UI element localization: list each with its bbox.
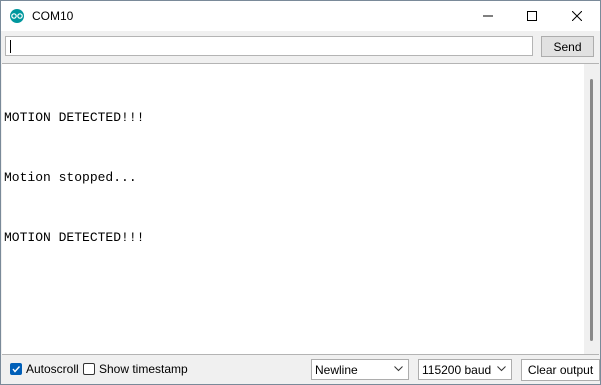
output-line: MOTION DETECTED!!! — [4, 230, 145, 245]
vertical-scrollbar[interactable] — [584, 64, 599, 354]
clear-output-button[interactable]: Clear output — [521, 359, 600, 381]
status-bar: Autoscroll Show timestamp Newline 115200… — [1, 354, 600, 384]
chevron-down-icon — [394, 366, 403, 372]
send-button[interactable]: Send — [541, 36, 594, 57]
serial-monitor-window: COM10 Send MOTION DETECTED!!! Motion sto… — [0, 0, 601, 385]
maximize-button[interactable] — [509, 1, 555, 31]
chevron-down-icon — [497, 366, 506, 372]
close-icon — [572, 11, 582, 21]
show-timestamp-checkbox[interactable] — [83, 363, 95, 375]
minimize-button[interactable] — [465, 1, 511, 31]
autoscroll-checkbox[interactable] — [10, 363, 22, 375]
line-ending-value: Newline — [315, 363, 358, 377]
output-lines: MOTION DETECTED!!! Motion stopped... MOT… — [4, 68, 144, 288]
text-caret — [10, 40, 11, 53]
arduino-icon — [10, 9, 24, 23]
output-line: Motion stopped... — [4, 170, 137, 185]
window-title: COM10 — [32, 9, 74, 23]
output-line: MOTION DETECTED!!! — [4, 110, 145, 125]
maximize-icon — [527, 11, 537, 21]
autoscroll-label[interactable]: Autoscroll — [26, 362, 79, 376]
minimize-icon — [483, 15, 493, 17]
line-ending-select[interactable]: Newline — [311, 359, 409, 380]
baud-rate-value: 115200 baud — [422, 363, 492, 377]
show-timestamp-label[interactable]: Show timestamp — [99, 362, 188, 376]
serial-output[interactable]: MOTION DETECTED!!! Motion stopped... MOT… — [2, 63, 599, 355]
baud-rate-select[interactable]: 115200 baud — [418, 359, 512, 380]
title-bar[interactable]: COM10 — [1, 1, 600, 31]
send-bar: Send — [1, 31, 600, 63]
scrollbar-thumb[interactable] — [590, 79, 593, 341]
close-button[interactable] — [554, 1, 600, 31]
serial-input[interactable] — [5, 36, 533, 56]
checkmark-icon — [12, 366, 21, 373]
